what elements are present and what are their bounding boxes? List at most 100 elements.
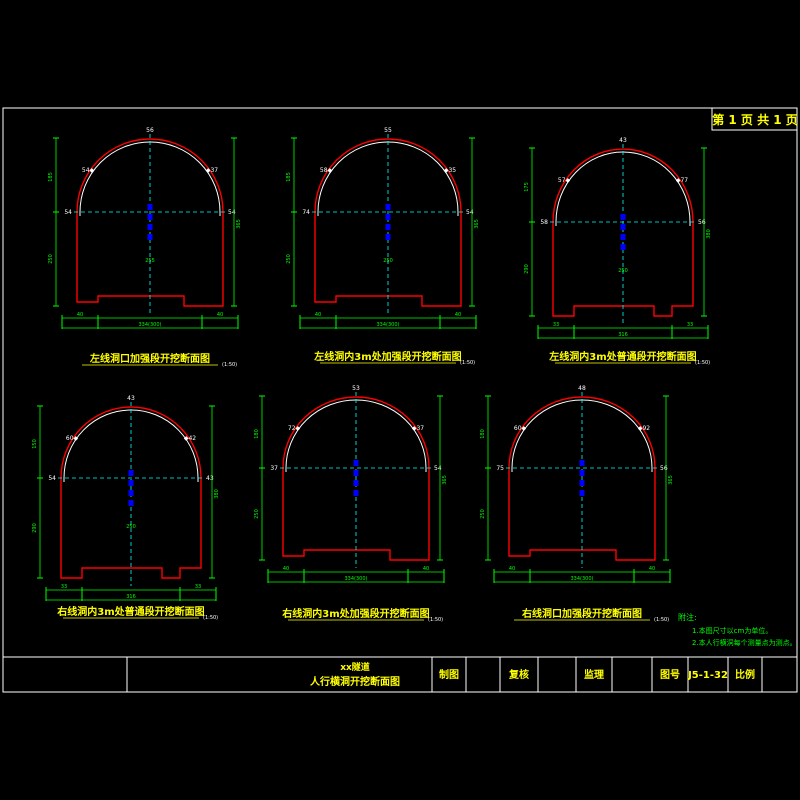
inner-width-value: 250 — [126, 524, 136, 530]
inner-width-value: 250 — [383, 258, 393, 264]
right-upper-value: ◆77 — [676, 177, 688, 184]
right-upper-value: ◆37 — [206, 167, 218, 174]
survey-point — [385, 214, 391, 220]
bottom-left-value: 33 — [61, 584, 67, 590]
right-mid-value: 43 — [206, 475, 214, 482]
survey-point — [147, 224, 153, 230]
crown-value: 56 — [146, 127, 154, 134]
right-dim-value: 380 — [706, 229, 712, 239]
section-title: 右线洞口加强段开挖断面图 — [521, 607, 642, 620]
section-title: 右线洞内3m处普通段开挖断面图 — [56, 605, 204, 618]
left-mid-value: 58 — [540, 219, 548, 226]
survey-point — [579, 490, 585, 496]
right-dim-value: 365 — [442, 475, 448, 485]
right-dim-value: 365 — [668, 475, 674, 485]
left-dim-lower: 250 — [286, 254, 292, 264]
survey-point — [128, 470, 134, 476]
section-scale: (1:50) — [203, 615, 218, 621]
left-dim-upper: 180 — [480, 429, 486, 439]
section-title: 左线洞内3m处加强段开挖断面图 — [313, 350, 461, 363]
section-scale: (1:50) — [460, 360, 475, 366]
survey-point — [147, 204, 153, 210]
survey-point — [147, 234, 153, 240]
supervise-label: 监理 — [584, 668, 604, 681]
number-label: 图号 — [660, 669, 680, 681]
right-mid-value: 54 — [228, 209, 236, 216]
survey-point — [353, 460, 359, 466]
section-title: 左线洞口加强段开挖断面图 — [89, 352, 210, 365]
bottom-total-value: 334(300) — [571, 576, 594, 582]
bottom-right-value: 40 — [455, 312, 461, 318]
left-dim-upper: 150 — [32, 439, 38, 449]
bottom-total-value: 334(300) — [377, 322, 400, 328]
bottom-right-value: 40 — [423, 566, 429, 572]
section-title: 左线洞内3m处普通段开挖断面图 — [548, 350, 696, 363]
background — [0, 0, 800, 800]
scale-label: 比例 — [735, 668, 755, 681]
bottom-left-value: 40 — [283, 566, 289, 572]
survey-point — [128, 490, 134, 496]
right-dim-value: 365 — [236, 219, 242, 229]
bottom-total-value: 334(300) — [345, 576, 368, 582]
survey-point — [353, 470, 359, 476]
survey-point — [385, 204, 391, 210]
survey-point — [353, 490, 359, 496]
left-dim-lower: 250 — [48, 254, 54, 264]
survey-point — [620, 244, 626, 250]
bottom-left-value: 40 — [509, 566, 515, 572]
bottom-left-value: 40 — [315, 312, 321, 318]
survey-point — [579, 480, 585, 486]
notes-line-2: 2.本人行横洞每个测量点为测点。 — [692, 638, 797, 647]
right-mid-value: 56 — [698, 219, 706, 226]
crown-value: 53 — [352, 385, 360, 392]
left-dim-lower: 290 — [524, 264, 530, 274]
bottom-total-value: 316 — [618, 332, 628, 338]
survey-point — [620, 224, 626, 230]
left-dim-upper: 185 — [48, 172, 54, 182]
left-dim-upper: 175 — [524, 182, 530, 192]
left-dim-lower: 250 — [254, 509, 260, 519]
drawing-name: 人行横洞开挖断面图 — [310, 675, 400, 688]
inner-width-value: 250 — [618, 268, 628, 274]
left-upper-value: 58◆ — [320, 167, 333, 174]
left-upper-value: 60◆ — [514, 425, 527, 432]
notes-line-1: 1.本图尺寸以cm为单位。 — [692, 626, 772, 635]
left-dim-upper: 185 — [286, 172, 292, 182]
section-scale: (1:50) — [222, 362, 237, 368]
survey-point — [128, 480, 134, 486]
crown-value: 43 — [619, 137, 627, 144]
page-label: 第 1 页 共 1 页 — [712, 112, 798, 127]
number-value: J5-1-32 — [687, 670, 728, 681]
survey-point — [128, 500, 134, 506]
cad-drawing: 第 1 页 共 1 页 56 54◆ ◆37 54 54 185 250 365 255 40 40… — [0, 0, 800, 800]
section-scale: (1:50) — [695, 360, 710, 366]
right-upper-value: ◆42 — [184, 435, 196, 442]
bottom-right-value: 40 — [649, 566, 655, 572]
survey-point — [579, 470, 585, 476]
crown-value: 43 — [127, 395, 135, 402]
bottom-left-value: 40 — [77, 312, 83, 318]
right-upper-value: ◆92 — [638, 425, 650, 432]
left-upper-value: 72◆ — [288, 425, 301, 432]
survey-point — [620, 214, 626, 220]
right-mid-value: 56 — [660, 465, 668, 472]
left-mid-value: 75 — [496, 465, 504, 472]
right-upper-value: ◆37 — [412, 425, 424, 432]
review-label: 复核 — [508, 668, 529, 681]
left-upper-value: 54◆ — [82, 167, 95, 174]
survey-point — [353, 480, 359, 486]
section-scale: (1:50) — [428, 617, 443, 623]
crown-value: 55 — [384, 127, 392, 134]
bottom-total-value: 334(300) — [139, 322, 162, 328]
left-dim-lower: 250 — [480, 509, 486, 519]
bottom-left-value: 33 — [553, 322, 559, 328]
survey-point — [385, 224, 391, 230]
right-upper-value: ◆35 — [444, 167, 456, 174]
survey-point — [385, 234, 391, 240]
left-mid-value: 74 — [302, 209, 310, 216]
bottom-total-value: 316 — [126, 594, 136, 600]
bottom-right-value: 33 — [687, 322, 693, 328]
bottom-right-value: 40 — [217, 312, 223, 318]
project-name: xx隧道 — [340, 661, 370, 673]
left-mid-value: 54 — [48, 475, 56, 482]
